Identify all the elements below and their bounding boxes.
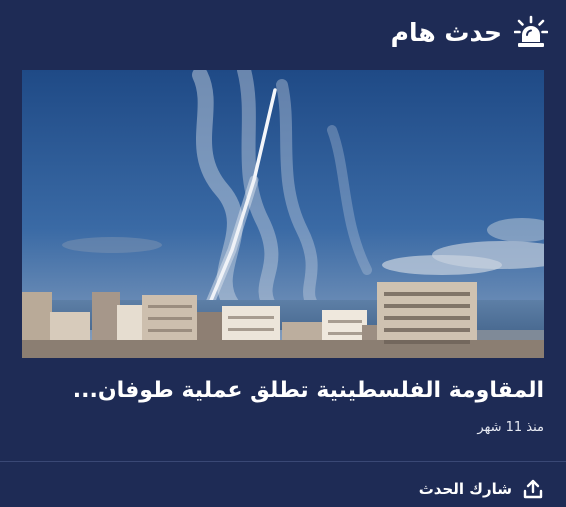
article-image[interactable]: [22, 70, 544, 358]
divider: [0, 461, 566, 462]
article-headline[interactable]: المقاومة الفلسطينية تطلق عملية طوفان...: [22, 374, 544, 408]
breaking-event-card: حدث هام المقاومة الفلسطينية تطلق عملية ط…: [0, 0, 566, 507]
share-button[interactable]: شارك الحدث: [419, 476, 544, 502]
card-header: حدث هام: [20, 8, 548, 56]
share-icon: [523, 479, 543, 499]
card-title: حدث هام: [390, 17, 502, 47]
rocket-launch-photo: [22, 70, 544, 358]
article-timestamp: منذ 11 شهر: [477, 420, 544, 435]
share-label: شارك الحدث: [418, 480, 512, 498]
siren-icon: [514, 15, 548, 47]
